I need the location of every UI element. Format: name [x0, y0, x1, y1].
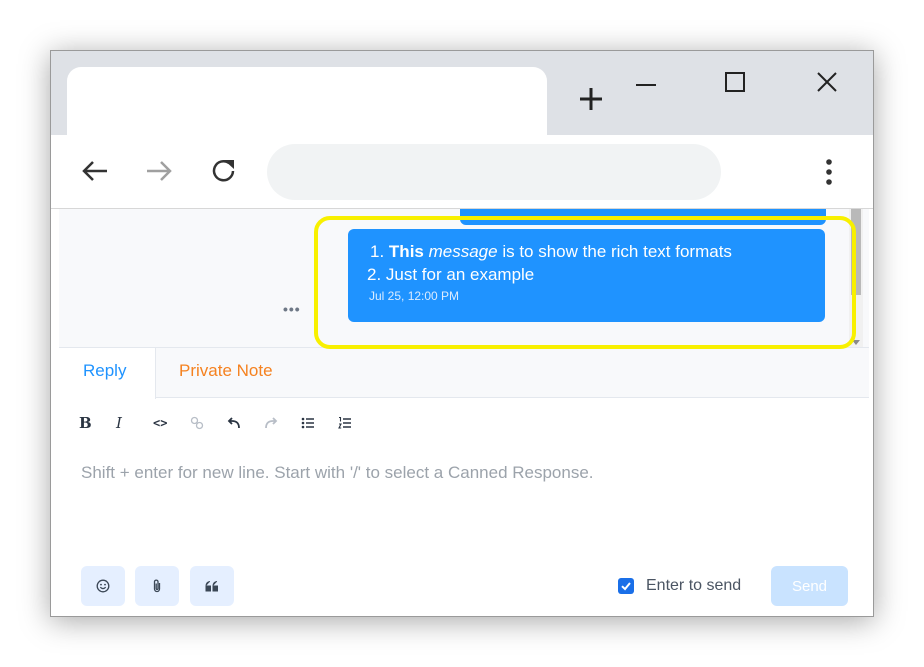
bullet-list-button[interactable]	[301, 413, 338, 433]
tab-reply[interactable]: Reply	[59, 348, 156, 399]
checkmark-icon	[621, 582, 631, 591]
format-toolbar: B I <>	[79, 413, 375, 433]
link-button[interactable]	[190, 413, 227, 433]
message-actions-button[interactable]: •••	[283, 301, 301, 317]
reload-button[interactable]	[208, 155, 240, 187]
code-button[interactable]: <>	[153, 413, 190, 433]
browser-toolbar	[51, 135, 873, 209]
italic-icon: I	[116, 414, 122, 432]
forward-arrow-icon	[147, 161, 172, 181]
minimize-icon	[636, 84, 656, 86]
enter-to-send-checkbox[interactable]	[618, 578, 634, 594]
redo-button[interactable]	[264, 413, 301, 433]
plus-icon	[580, 88, 602, 110]
tab-strip	[51, 51, 873, 137]
bullet-list-icon	[301, 417, 314, 429]
attachment-icon	[153, 579, 161, 593]
browser-window: 1. This message is to show the rich text…	[50, 50, 874, 617]
back-arrow-icon	[82, 161, 107, 181]
italic-button[interactable]: I	[116, 413, 153, 433]
reply-tabs: Reply Private Note	[59, 348, 869, 399]
maximize-icon	[725, 72, 745, 92]
tab-private-note[interactable]: Private Note	[179, 361, 273, 381]
reply-editor: Reply Private Note B I <> Shift + enter …	[59, 347, 869, 616]
kebab-menu-icon	[826, 159, 832, 185]
send-button[interactable]: Send	[771, 566, 848, 606]
ellipsis-icon: •••	[283, 301, 301, 317]
undo-icon	[227, 417, 240, 429]
close-icon	[817, 72, 837, 92]
attachment-button[interactable]	[135, 566, 179, 606]
browser-menu-button[interactable]	[813, 155, 845, 189]
quote-icon	[205, 581, 218, 592]
reply-input[interactable]: Shift + enter for new line. Start with '…	[81, 463, 594, 483]
bold-icon: B	[79, 414, 92, 432]
enter-to-send-label: Enter to send	[646, 577, 742, 594]
code-icon: <>	[153, 416, 168, 430]
numbered-list-button[interactable]	[338, 413, 375, 433]
minimize-button[interactable]	[626, 65, 666, 99]
forward-button[interactable]	[143, 155, 175, 187]
undo-button[interactable]	[227, 413, 264, 433]
redo-icon	[265, 417, 278, 429]
enter-to-send-toggle[interactable]: Enter to send	[618, 577, 741, 595]
emoji-button[interactable]	[81, 566, 125, 606]
browser-tab[interactable]	[67, 67, 547, 137]
numbered-list-icon	[338, 416, 351, 429]
quote-button[interactable]	[190, 566, 234, 606]
close-button[interactable]	[807, 65, 847, 99]
reload-icon	[212, 160, 235, 182]
maximize-button[interactable]	[715, 65, 755, 99]
link-icon	[190, 416, 204, 430]
bold-button[interactable]: B	[79, 413, 116, 433]
address-bar[interactable]	[267, 144, 721, 200]
highlight-annotation	[314, 216, 856, 349]
emoji-icon	[96, 579, 110, 593]
new-tab-button[interactable]	[576, 84, 606, 114]
back-button[interactable]	[79, 155, 111, 187]
